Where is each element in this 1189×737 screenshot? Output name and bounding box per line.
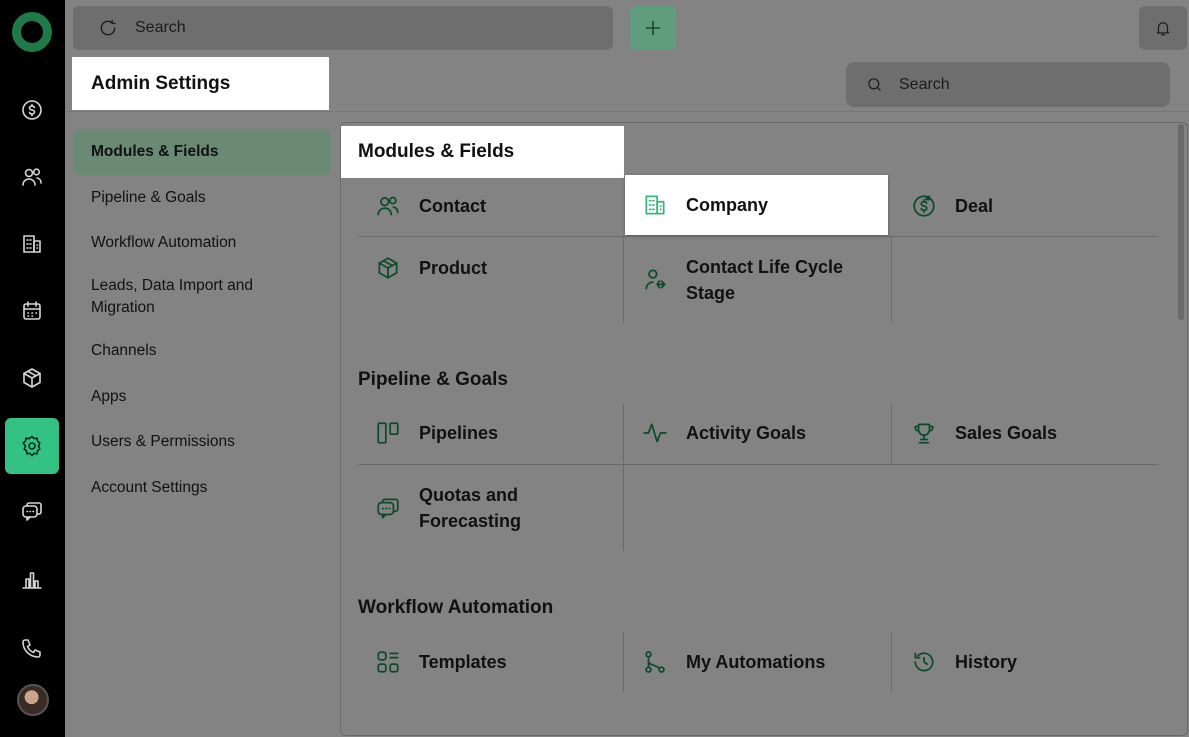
divider	[891, 632, 892, 692]
add-button[interactable]	[630, 6, 676, 50]
tile-label: Sales Goals	[955, 423, 1058, 443]
tile-history[interactable]: History	[892, 634, 1158, 690]
history-icon	[909, 647, 939, 677]
pipelines-icon	[373, 418, 403, 448]
app-rail	[0, 0, 65, 737]
tile-label: Company	[686, 195, 769, 215]
search-icon	[868, 78, 881, 91]
forecast-icon	[373, 493, 403, 523]
tile-quotas-forecasting[interactable]: Quotas and Forecasting	[358, 468, 623, 548]
divider	[891, 237, 892, 323]
tile-contact-life-cycle-stage[interactable]: Contact Life Cycle Stage	[625, 240, 890, 320]
sidenav-item-workflow-automation[interactable]: Workflow Automation	[73, 231, 331, 255]
contacts-icon	[373, 191, 403, 221]
sidenav-item-modules-fields[interactable]: Modules & Fields	[73, 129, 331, 175]
global-search-placeholder: Search	[135, 19, 186, 36]
templates-icon	[373, 647, 403, 677]
section-title-workflow-automation: Workflow Automation	[358, 597, 554, 618]
activity-icon	[640, 418, 670, 448]
tile-product[interactable]: Product	[358, 240, 623, 296]
sidenav-item-apps[interactable]: Apps	[73, 385, 331, 409]
box-icon	[373, 253, 403, 283]
divider	[623, 465, 624, 551]
section-title-pipeline-goals: Pipeline & Goals	[358, 369, 508, 390]
tile-label: Activity Goals	[686, 423, 807, 443]
calendar-nav-icon[interactable]	[14, 293, 50, 329]
divider	[891, 404, 892, 463]
panel-scrollbar[interactable]	[1178, 124, 1184, 320]
products-nav-icon[interactable]	[14, 360, 50, 396]
chat-nav-icon[interactable]	[14, 494, 50, 530]
tile-templates[interactable]: Templates	[358, 634, 623, 690]
bell-icon	[1156, 22, 1170, 36]
tile-label: Contact Life Cycle Stage	[686, 257, 844, 303]
divider	[358, 236, 1158, 237]
tile-my-automations[interactable]: My Automations	[625, 634, 890, 690]
section-title-modules-fields: Modules & Fields	[341, 126, 624, 178]
tile-activity-goals[interactable]: Activity Goals	[625, 405, 890, 461]
tile-contact[interactable]: Contact	[358, 178, 623, 234]
user-avatar[interactable]	[17, 684, 49, 716]
tile-label: Contact	[419, 196, 486, 216]
tile-label: Templates	[419, 652, 507, 672]
phone-nav-icon[interactable]	[14, 630, 50, 666]
divider	[623, 632, 624, 692]
plus-icon	[645, 20, 661, 36]
tile-label: Pipelines	[419, 423, 499, 443]
divider	[623, 237, 624, 323]
sidenav-item-account-settings[interactable]: Account Settings	[73, 476, 331, 500]
tile-sales-goals[interactable]: Sales Goals	[892, 405, 1158, 461]
tile-label: Quotas and Forecasting	[419, 485, 522, 531]
tile-label: Product	[419, 258, 488, 278]
divider	[358, 464, 1158, 465]
app-logo[interactable]	[12, 12, 52, 52]
search-loading-icon	[97, 17, 119, 39]
page-title: Admin Settings	[72, 57, 329, 110]
divider	[623, 404, 624, 463]
notifications-button[interactable]	[1139, 6, 1187, 50]
contacts-nav-icon[interactable]	[14, 159, 50, 195]
tile-deal[interactable]: Deal	[892, 178, 1158, 234]
sidenav-item-pipeline-goals[interactable]: Pipeline & Goals	[73, 186, 331, 210]
tile-company[interactable]: Company	[625, 175, 888, 235]
settings-search-input[interactable]: Search	[846, 62, 1170, 107]
sidenav-item-channels[interactable]: Channels	[73, 339, 331, 363]
global-search-bar[interactable]: Search	[73, 6, 613, 50]
trophy-icon	[909, 418, 939, 448]
settings-search-placeholder: Search	[899, 75, 950, 93]
tile-label: Deal	[955, 196, 994, 216]
deal-icon	[909, 191, 939, 221]
reports-nav-icon[interactable]	[14, 562, 50, 598]
tile-label: My Automations	[686, 652, 826, 672]
deals-nav-icon[interactable]	[14, 92, 50, 128]
tile-pipelines[interactable]: Pipelines	[358, 405, 623, 461]
tile-label: History	[955, 652, 1018, 672]
settings-nav-icon[interactable]	[5, 418, 59, 474]
building-icon	[640, 190, 670, 220]
sidenav-item-users-permissions[interactable]: Users & Permissions	[73, 430, 331, 454]
lifecycle-icon	[640, 265, 670, 295]
companies-nav-icon[interactable]	[14, 226, 50, 262]
automation-icon	[640, 647, 670, 677]
sidenav-item-leads-data-import[interactable]: Leads, Data Import and Migration	[73, 274, 303, 320]
